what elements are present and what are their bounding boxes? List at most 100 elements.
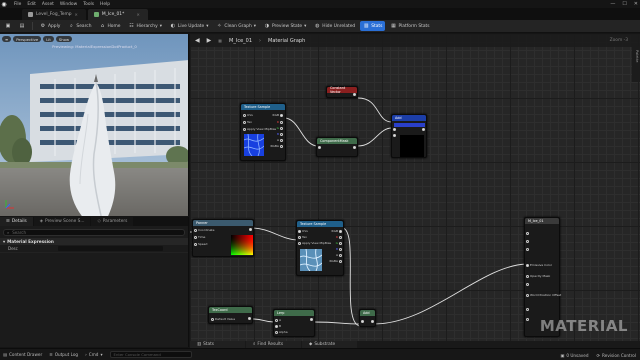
menu-tools[interactable]: Tools [83, 2, 94, 7]
search-button[interactable]: ⌕ Search [65, 21, 94, 31]
pin-metallic[interactable] [526, 240, 529, 243]
console-command-input[interactable]: Enter Console Command [109, 351, 192, 358]
pin-b[interactable]: B [275, 324, 281, 328]
constant-vector-node[interactable]: Constant Vector [326, 86, 358, 98]
pin-speed[interactable]: Speed [194, 242, 207, 246]
tab-stats[interactable]: ▥ Stats [190, 341, 245, 348]
pin-uvs[interactable]: UVs [298, 229, 308, 233]
pin-input[interactable] [361, 320, 364, 323]
revision-control-button[interactable]: ⟳ Revision Control [597, 353, 636, 358]
texcoord-node[interactable]: TexCoord Default Value [208, 306, 253, 324]
pin-tex[interactable]: Tex [243, 120, 252, 124]
pin-specular[interactable] [526, 248, 529, 251]
pin-output[interactable] [371, 320, 374, 323]
pin-opacity-mask[interactable]: Opacity Mask [526, 274, 550, 278]
viewport-menu-button[interactable]: ≡ [2, 36, 12, 42]
menu-help[interactable]: Help [100, 2, 110, 7]
pin-coordinate[interactable]: Coordinate [194, 228, 214, 232]
content-drawer-button[interactable]: ▤ Content Drawer [3, 352, 42, 357]
menu-edit[interactable]: Edit [27, 2, 36, 7]
pin-g[interactable]: G [336, 241, 342, 245]
pin-time[interactable]: Time [194, 235, 205, 239]
lerp-node[interactable]: Lerp A B Alpha [273, 309, 315, 337]
maximize-icon[interactable]: ☐ [622, 1, 626, 7]
browse-button[interactable]: ▤ [16, 21, 28, 31]
material-expression-section[interactable]: ▾ Material Expression [0, 238, 188, 245]
pin-output[interactable] [353, 146, 356, 149]
minimize-icon[interactable]: — [610, 1, 615, 7]
stats-button[interactable]: ▥ Stats [360, 21, 386, 31]
pin-alpha[interactable]: Alpha [275, 330, 288, 334]
menu-window[interactable]: Window [60, 2, 77, 7]
live-update-button[interactable]: ◐ Live Update ▾ [167, 21, 211, 31]
pin-output[interactable] [422, 128, 425, 131]
clean-graph-button[interactable]: ✧ Clean Graph ▾ [213, 21, 259, 31]
back-arrow-icon[interactable]: ◀ [195, 37, 200, 44]
hierarchy-button[interactable]: ☷ Hierarchy ▾ [125, 21, 164, 31]
pin-a[interactable] [393, 128, 396, 131]
material-graph-canvas[interactable]: ◀ ▶ ▦ M_Ice_01 › Material Graph Zoom -3 … [190, 34, 640, 341]
preview-viewport[interactable]: ≡ Perspective Lit Show Previewing: Mater… [0, 34, 189, 216]
pin-apply-view-mipbias[interactable]: Apply View MipBias [243, 127, 276, 131]
pin-normal[interactable] [526, 283, 529, 286]
details-search-input[interactable]: ⌕ Search [3, 229, 185, 236]
pin-default-value[interactable]: Default Value [211, 317, 235, 321]
cmd-selector[interactable]: › Cmd ▾ [85, 352, 102, 357]
show-button[interactable]: Show [55, 36, 73, 42]
lit-button[interactable]: Lit [43, 36, 54, 42]
tab-parameters[interactable]: ◇ Parameters [91, 217, 134, 226]
close-window-icon[interactable]: ✕ [634, 1, 638, 7]
desc-field[interactable] [57, 246, 163, 251]
hide-unrelated-button[interactable]: ◍ Hide Unrelated [311, 21, 358, 31]
pin-g[interactable]: G [277, 126, 283, 130]
pin-tex[interactable]: Tex [298, 235, 307, 239]
pin-a[interactable]: A [336, 253, 342, 257]
close-icon[interactable]: ✕ [75, 12, 78, 17]
home-button[interactable]: ⌂ Home [97, 21, 124, 31]
pin-b[interactable]: B [336, 247, 342, 251]
palette-tab[interactable]: Palette [632, 46, 640, 82]
pin-r[interactable]: R [336, 235, 342, 239]
pin-output[interactable] [248, 317, 251, 320]
tab-details[interactable]: ☰ Details [0, 217, 33, 226]
panner-node[interactable]: Panner Coordinate Time Speed [192, 219, 254, 257]
apply-button[interactable]: ⚙ Apply [37, 21, 63, 31]
perspective-button[interactable]: Perspective [13, 36, 42, 42]
component-mask-node[interactable]: ComponentMask [316, 137, 358, 157]
pin-r[interactable]: R [277, 120, 283, 124]
pin-b[interactable] [393, 134, 396, 137]
add-node-small[interactable]: Add [359, 309, 376, 327]
pin-ambient-occlusion[interactable] [526, 308, 529, 311]
close-icon[interactable]: ✕ [137, 12, 140, 17]
unreal-logo-icon[interactable]: ◉ [0, 0, 8, 8]
pin-rgba[interactable]: RGBA [270, 144, 283, 148]
pin-emissive-color[interactable]: Emissive Color [526, 263, 552, 267]
pin-refraction[interactable] [526, 318, 529, 321]
breadcrumb[interactable]: M_Ice_01 [229, 38, 252, 44]
pin-output[interactable] [249, 228, 252, 231]
pin-a[interactable]: A [277, 138, 283, 142]
pin-base-color[interactable] [526, 232, 529, 235]
pin-world-position-offset[interactable]: World Position Offset [526, 293, 561, 297]
tab-substrate[interactable]: ◆ Substrate [302, 341, 357, 348]
tab-preview-scene[interactable]: ◈ Preview Scene S... [33, 217, 91, 226]
pin-rgba[interactable]: RGBA [329, 259, 342, 263]
tab-find-results[interactable]: ⌕ Find Results [246, 341, 301, 348]
pin-b[interactable]: B [277, 132, 283, 136]
add-node[interactable]: Add [391, 114, 427, 158]
menu-asset[interactable]: Asset [42, 2, 54, 7]
save-button[interactable]: ▣ [2, 21, 14, 31]
pin-output[interactable] [310, 318, 313, 321]
forward-arrow-icon[interactable]: ▶ [207, 37, 212, 44]
menu-file[interactable]: File [14, 2, 21, 7]
tab-m-ice-01[interactable]: M_Ice_01* ✕ [87, 9, 148, 20]
pin-rgb[interactable]: RGB [332, 229, 342, 233]
output-log-button[interactable]: ≡ Output Log [49, 352, 78, 357]
pin-output[interactable] [353, 93, 356, 96]
pin-apply-view-mipbias[interactable]: Apply View MipBias [298, 241, 331, 245]
texture-sample-node-bottom[interactable]: Texture Sample UVs Tex Apply View MipBia… [296, 220, 344, 276]
pin-rgb[interactable]: RGB [273, 113, 283, 117]
tab-level-fog-temp[interactable]: Level_Fog_Temp ✕ [22, 9, 86, 20]
platform-stats-button[interactable]: ▦ Platform Stats [387, 21, 432, 31]
preview-state-button[interactable]: ◑ Preview State ▾ [261, 21, 309, 31]
